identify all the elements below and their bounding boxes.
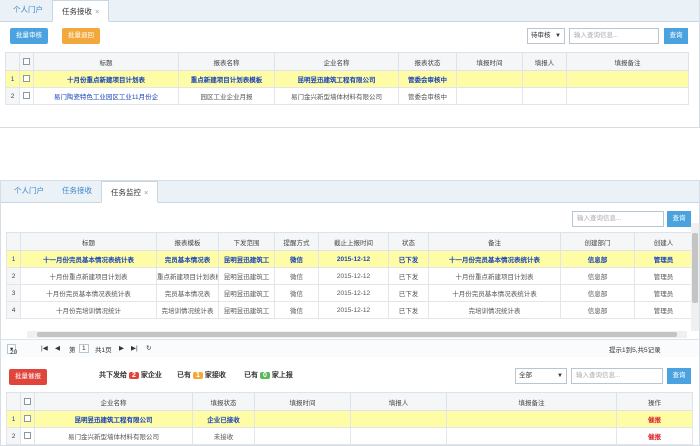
search-input-2[interactable]: 输入查询信息... bbox=[571, 368, 663, 384]
table-row[interactable]: 1 十一月份完员基本情况表统计表 完员基本情况表 昆明昱迅建筑工 微信 2015-12-1… bbox=[6, 250, 693, 268]
table-row[interactable]: 2 易门金兴新型墙体材料有限公司 未接收 催报 bbox=[6, 427, 693, 445]
received-stat: 已有 1 家接收 bbox=[177, 372, 226, 379]
remind-link[interactable]: 催报 bbox=[616, 427, 693, 445]
task-table: 标题 报表名称 企业名称 报表状态 填报时间 填报人 填报备注 1 十月份重点新建项目计划… bbox=[5, 52, 689, 105]
issued-stat: 共下发给 2 家企业 bbox=[99, 372, 162, 379]
status-select[interactable]: 待审核 ▼ bbox=[527, 28, 565, 44]
tab-task-monitor[interactable]: 任务监控 × bbox=[101, 181, 159, 203]
remind-link[interactable]: 催报 bbox=[616, 410, 693, 428]
search-input[interactable]: 输入查询信息... bbox=[569, 28, 659, 44]
table-header: 标题 报表模板 下发范围 提醒方式 截止上报时间 状态 备注 创建部门 创建人 bbox=[6, 232, 693, 251]
refresh-icon[interactable]: ↻ bbox=[146, 344, 151, 352]
row-checkbox[interactable] bbox=[23, 75, 30, 83]
tab-personal-portal[interactable]: 个人门户 bbox=[5, 181, 53, 202]
chevron-down-icon: ▼ bbox=[555, 33, 561, 39]
tab-bar: 个人门户 任务接收 × bbox=[0, 0, 699, 22]
table-row[interactable]: 2 十月份重点新建项目计划表 重点新建项目计划表模 昆明昱迅建筑工 微信 2015-12-… bbox=[6, 267, 693, 285]
row-checkbox[interactable] bbox=[24, 415, 31, 423]
table-header: 标题 报表名称 企业名称 报表状态 填报时间 填报人 填报备注 bbox=[5, 52, 689, 71]
table-header: 企业名称 填报状态 填报时间 填报人 填报备注 操作 bbox=[6, 392, 693, 411]
table-row[interactable]: 1 昆明昱迅建筑工程有限公司 企业已接收 催报 bbox=[6, 410, 693, 428]
row-checkbox[interactable] bbox=[24, 432, 31, 440]
last-page-icon[interactable]: ▶| bbox=[131, 344, 138, 352]
task-receive-panel: 个人门户 任务接收 × 批量审核 批量退回 待审核 ▼ 输入查询信息... 查询 标… bbox=[0, 0, 700, 128]
next-page-icon[interactable]: ▶ bbox=[119, 344, 124, 352]
select-all-checkbox[interactable] bbox=[23, 57, 30, 65]
batch-remind-button[interactable]: 批量催报 bbox=[9, 369, 47, 385]
batch-review-button[interactable]: 批量审核 bbox=[10, 28, 48, 44]
first-page-icon[interactable]: |◀ bbox=[41, 344, 48, 352]
pagination-info: 提示1到5,共5记录 bbox=[609, 347, 661, 354]
tab-bar: 个人门户 任务接收 任务监控 × bbox=[1, 181, 699, 203]
toolbar: 批量审核 批量退回 待审核 ▼ 输入查询信息... 查询 bbox=[0, 22, 699, 48]
close-icon[interactable]: × bbox=[95, 7, 99, 16]
page-size-select[interactable]: 20 ▾ bbox=[7, 344, 17, 356]
vertical-scrollbar[interactable] bbox=[691, 223, 699, 331]
table-row[interactable]: 3 十月份完员基本情况表统计表 完员基本情况表 昆明昱迅建筑工 微信 2015-12-12… bbox=[6, 284, 693, 302]
page-input[interactable]: 1 bbox=[79, 344, 89, 353]
batch-return-button[interactable]: 批量退回 bbox=[62, 28, 100, 44]
close-icon[interactable]: × bbox=[144, 188, 148, 197]
reported-stat: 已有 0 家上报 bbox=[244, 372, 293, 379]
chevron-down-icon: ▼ bbox=[557, 373, 563, 379]
search-input[interactable]: 输入查询信息... bbox=[572, 211, 664, 227]
table-row[interactable]: 4 十月份完培训情况统计 完培训情况统计表 昆明昱迅建筑工 微信 2015-12-12 已下… bbox=[6, 301, 693, 319]
query-button-2[interactable]: 查询 bbox=[667, 368, 691, 384]
row-checkbox[interactable] bbox=[23, 92, 30, 100]
pagination-bar: 20 ▾ |◀ ◀ 第 1 共1页 ▶ ▶| ↻ 提示1到5,共5记录 bbox=[1, 339, 699, 357]
task-monitor-panel: 个人门户 任务接收 任务监控 × 输入查询信息... 查询 标题 报表模板 下发范围提… bbox=[0, 180, 700, 446]
query-button[interactable]: 查询 bbox=[664, 28, 688, 44]
total-pages: 共1页 bbox=[95, 347, 112, 354]
select-all-checkbox[interactable] bbox=[24, 397, 31, 405]
page-label: 第 bbox=[69, 347, 76, 354]
enterprise-table: 企业名称 填报状态 填报时间 填报人 填报备注 操作 1 昆明昱迅建筑工程有限公司 企业已… bbox=[6, 392, 693, 445]
tab-task-receive[interactable]: 任务接收 bbox=[53, 181, 101, 202]
table-row[interactable]: 2 易门陶瓷特色工业园区工业11月份企 园区工业企业月报 易门金兴新型墙体材料有限公… bbox=[5, 87, 689, 105]
tab-personal-portal[interactable]: 个人门户 bbox=[4, 0, 52, 21]
table-row[interactable]: 1 十月份重点新建项目计划表 重点新建项目计划表模板 昆明昱迅建筑工程有限公司 管委… bbox=[5, 70, 689, 88]
query-button[interactable]: 查询 bbox=[667, 211, 691, 227]
prev-page-icon[interactable]: ◀ bbox=[55, 344, 60, 352]
filter-select[interactable]: 全部 ▼ bbox=[515, 368, 567, 384]
horizontal-scrollbar[interactable] bbox=[27, 331, 687, 338]
monitor-table: 标题 报表模板 下发范围 提醒方式 截止上报时间 状态 备注 创建部门 创建人 1 十一月份完员… bbox=[6, 232, 693, 319]
tab-task-receive[interactable]: 任务接收 × bbox=[52, 0, 110, 22]
